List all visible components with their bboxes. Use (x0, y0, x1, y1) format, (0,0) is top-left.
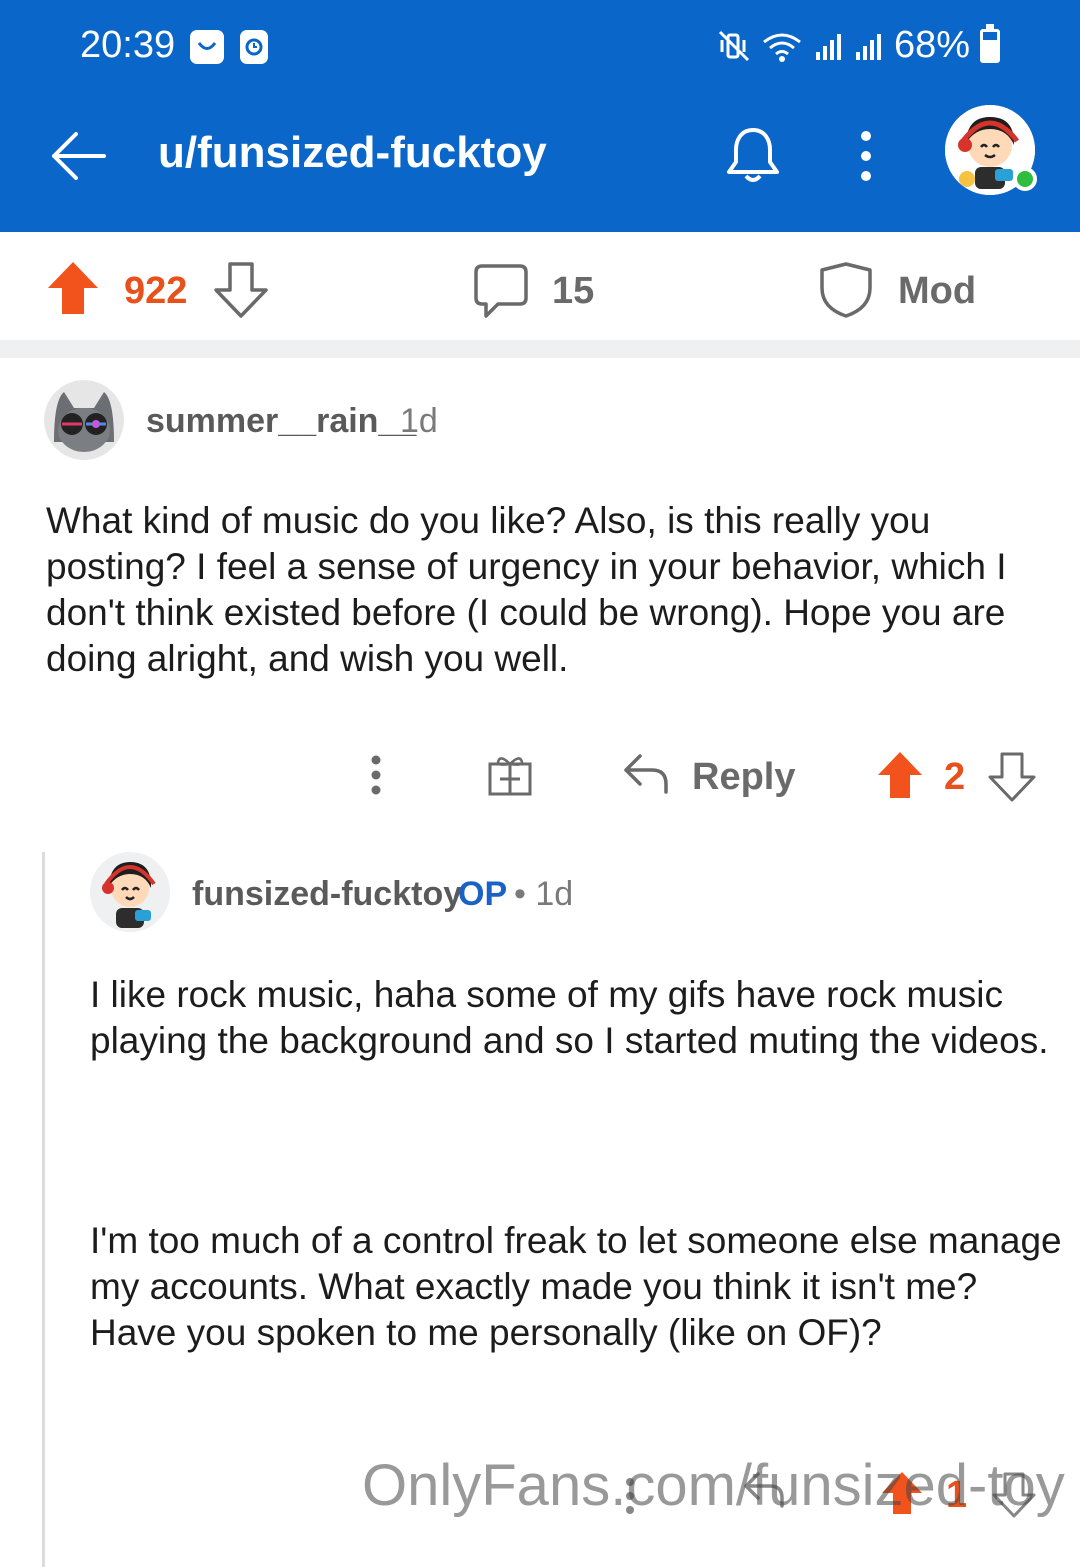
watermark-text: OnlyFans.com/funsized-toy (362, 1453, 1065, 1518)
comment-username[interactable]: summer__rain__ (146, 402, 416, 441)
downvote-outline-icon (988, 752, 1036, 802)
gift-icon (488, 757, 532, 796)
battery-percent: 68% (893, 24, 970, 66)
back-button[interactable] (48, 126, 108, 186)
profile-avatar[interactable] (945, 105, 1037, 195)
shield-icon (820, 262, 872, 318)
reply-button[interactable] (622, 752, 670, 796)
post-comment-count: 15 (552, 270, 595, 312)
reply-age: • 1d (514, 875, 574, 913)
overflow-menu-button[interactable] (848, 126, 884, 186)
op-badge: OP (458, 875, 508, 913)
page-title: u/funsized-fucktoy (158, 128, 547, 177)
mod-label[interactable]: Mod (898, 270, 976, 313)
status-time: 20:39 (80, 24, 176, 66)
notifications-button[interactable] (722, 124, 784, 186)
comment-upvote-button[interactable] (876, 750, 924, 800)
bell-icon (727, 128, 779, 182)
mod-button[interactable] (818, 260, 874, 320)
comment-body: What kind of music do you like? Also, is… (46, 500, 1007, 679)
reply-username[interactable]: funsized-fucktoy (192, 875, 462, 914)
clock-notification-icon (240, 30, 268, 64)
reply-label[interactable]: Reply (692, 756, 795, 799)
app-header: 20:39 68% u/funsized-fucktoy (0, 0, 1080, 232)
reply-arrow-icon (624, 754, 668, 794)
battery-icon (980, 23, 1000, 63)
wifi-icon (763, 33, 801, 62)
arrow-left-icon (52, 132, 106, 180)
post-upvote-button[interactable] (46, 260, 100, 316)
reply-author-avatar[interactable] (90, 852, 170, 932)
signal-icon (815, 33, 841, 60)
more-vertical-icon (861, 131, 871, 181)
comment-more-button[interactable] (358, 754, 394, 798)
vibrate-mute-icon (718, 30, 749, 61)
thread-indent-line[interactable] (42, 852, 45, 1567)
post-comments-button[interactable] (472, 262, 530, 320)
user-avatar-illustration (90, 852, 170, 932)
reply-paragraph: I'm too much of a control freak to let s… (90, 1220, 1062, 1353)
reply-paragraph: I like rock music, haha some of my gifs … (90, 974, 1049, 1061)
shopping-bag-notification-icon (190, 30, 224, 64)
award-button[interactable] (486, 752, 534, 798)
upvote-filled-icon (48, 262, 98, 314)
cat-with-sunglasses-avatar (44, 380, 124, 460)
upvote-filled-icon (878, 752, 922, 798)
roaming-signal-icon (855, 33, 881, 60)
more-vertical-icon (371, 755, 381, 795)
comment-age: 1d (400, 402, 438, 440)
comment-bubble-icon (474, 264, 528, 318)
post-vote-count: 922 (124, 270, 188, 312)
commenter-avatar[interactable] (44, 380, 124, 460)
online-status-dot (1013, 167, 1037, 191)
post-downvote-button[interactable] (214, 262, 268, 318)
downvote-outline-icon (214, 262, 268, 318)
comment-downvote-button[interactable] (988, 752, 1036, 802)
status-indicators: 68% (718, 23, 1000, 67)
comment-vote-count: 2 (944, 756, 966, 798)
section-divider (0, 340, 1080, 358)
